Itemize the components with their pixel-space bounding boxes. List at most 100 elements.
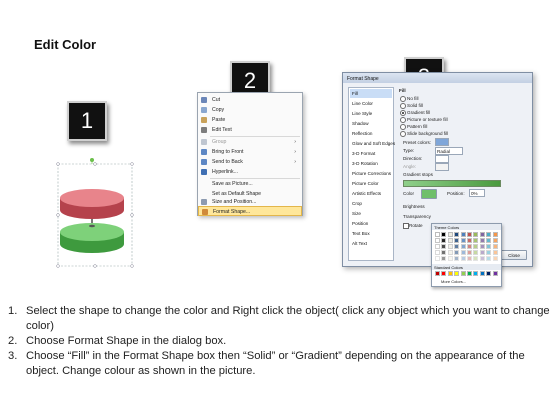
color-swatch[interactable] — [435, 256, 440, 261]
slide-background-fill-radio[interactable] — [400, 131, 406, 137]
menu-item-send-to-back[interactable]: Send to Back › — [198, 157, 302, 167]
menu-item-save-as-picture[interactable]: Save as Picture... — [198, 179, 302, 189]
color-swatch[interactable] — [473, 256, 479, 261]
color-swatch[interactable] — [492, 256, 498, 261]
color-swatch[interactable] — [435, 238, 440, 243]
color-swatch[interactable] — [486, 256, 492, 261]
sidebar-item-text-box[interactable]: Text Box — [350, 229, 392, 238]
menu-item-edit-text[interactable]: Edit Text — [198, 125, 302, 135]
color-swatch[interactable] — [486, 238, 492, 243]
position-field[interactable]: 0% — [469, 189, 485, 197]
color-swatch[interactable] — [486, 232, 492, 237]
color-swatch[interactable] — [447, 232, 453, 237]
menu-item-hyperlink[interactable]: Hyperlink... — [198, 167, 302, 177]
standard-color-swatch[interactable] — [486, 271, 492, 276]
standard-color-swatch[interactable] — [460, 271, 466, 276]
preset-colors-dropdown[interactable] — [435, 138, 449, 146]
standard-color-swatch[interactable] — [441, 271, 447, 276]
color-swatch[interactable] — [479, 232, 485, 237]
color-swatch[interactable] — [460, 244, 466, 249]
color-swatch[interactable] — [467, 238, 472, 243]
color-swatch[interactable] — [460, 250, 466, 255]
color-swatch[interactable] — [467, 232, 472, 237]
color-swatch[interactable] — [441, 250, 447, 255]
color-swatch[interactable] — [454, 232, 460, 237]
color-swatch[interactable] — [479, 238, 485, 243]
color-swatch[interactable] — [492, 238, 498, 243]
color-swatch[interactable] — [435, 232, 440, 237]
more-colors-link[interactable]: More Colors... — [441, 279, 466, 284]
sidebar-item-reflection[interactable]: Reflection — [350, 129, 392, 138]
sidebar-item-3d-format[interactable]: 3-D Format — [350, 149, 392, 158]
menu-item-bring-to-front[interactable]: Bring to Front › — [198, 147, 302, 157]
pattern-fill-radio[interactable] — [400, 124, 406, 130]
sidebar-item-artistic-effects[interactable]: Artistic Effects — [350, 189, 392, 198]
color-swatch[interactable] — [467, 244, 472, 249]
color-swatch[interactable] — [467, 256, 472, 261]
color-swatch[interactable] — [447, 238, 453, 243]
no-fill-radio[interactable] — [400, 96, 406, 102]
color-swatch[interactable] — [467, 250, 472, 255]
stacked-disc-shape[interactable] — [52, 158, 138, 268]
menu-item-format-shape[interactable]: Format Shape... — [198, 206, 302, 216]
color-swatch[interactable] — [479, 256, 485, 261]
standard-color-swatch[interactable] — [479, 271, 485, 276]
type-dropdown[interactable]: Radial — [435, 147, 463, 155]
color-swatch[interactable] — [479, 250, 485, 255]
standard-color-swatch[interactable] — [467, 271, 472, 276]
standard-color-swatch[interactable] — [447, 271, 453, 276]
sidebar-item-3d-rotation[interactable]: 3-D Rotation — [350, 159, 392, 168]
solid-fill-radio[interactable] — [400, 103, 406, 109]
color-swatch[interactable] — [460, 232, 466, 237]
color-swatch[interactable] — [441, 244, 447, 249]
color-swatch[interactable] — [435, 250, 440, 255]
color-swatch[interactable] — [492, 232, 498, 237]
color-swatch[interactable] — [447, 244, 453, 249]
menu-item-group[interactable]: Group › — [198, 137, 302, 147]
color-swatch[interactable] — [473, 250, 479, 255]
color-swatch[interactable] — [460, 238, 466, 243]
color-swatch[interactable] — [486, 250, 492, 255]
color-swatch[interactable] — [454, 256, 460, 261]
color-swatch[interactable] — [473, 232, 479, 237]
gradient-stops-bar[interactable] — [403, 180, 501, 187]
sidebar-item-line-style[interactable]: Line Style — [350, 109, 392, 118]
sidebar-item-shadow[interactable]: Shadow — [350, 119, 392, 128]
sidebar-item-position[interactable]: Position — [350, 219, 392, 228]
color-swatch[interactable] — [492, 250, 498, 255]
color-swatch[interactable] — [454, 250, 460, 255]
angle-field[interactable] — [435, 163, 449, 171]
close-button[interactable]: Close — [501, 250, 527, 260]
gradient-fill-radio[interactable] — [400, 110, 406, 116]
color-swatch[interactable] — [447, 250, 453, 255]
color-swatch[interactable] — [486, 244, 492, 249]
sidebar-item-alt-text[interactable]: Alt Text — [350, 239, 392, 248]
standard-color-swatch[interactable] — [473, 271, 479, 276]
direction-dropdown[interactable] — [435, 155, 449, 163]
sidebar-item-fill[interactable]: Fill — [350, 89, 392, 98]
sidebar-item-crop[interactable]: Crop — [350, 199, 392, 208]
standard-color-swatch[interactable] — [435, 271, 440, 276]
standard-color-swatch[interactable] — [454, 271, 460, 276]
color-swatch[interactable] — [473, 238, 479, 243]
color-swatch[interactable] — [441, 232, 447, 237]
color-swatch[interactable] — [454, 244, 460, 249]
color-swatch[interactable] — [447, 256, 453, 261]
sidebar-item-line-color[interactable]: Line Color — [350, 99, 392, 108]
color-picker-button[interactable] — [421, 189, 437, 199]
standard-color-swatch[interactable] — [492, 271, 498, 276]
color-swatch[interactable] — [473, 244, 479, 249]
sidebar-item-size[interactable]: Size — [350, 209, 392, 218]
color-swatch[interactable] — [479, 244, 485, 249]
color-swatch[interactable] — [492, 244, 498, 249]
sidebar-item-picture-color[interactable]: Picture Color — [350, 179, 392, 188]
color-swatch[interactable] — [435, 244, 440, 249]
color-swatch[interactable] — [454, 238, 460, 243]
sidebar-item-picture-corrections[interactable]: Picture Corrections — [350, 169, 392, 178]
color-swatch[interactable] — [441, 256, 447, 261]
menu-item-cut[interactable]: Cut — [198, 95, 302, 105]
menu-item-copy[interactable]: Copy — [198, 105, 302, 115]
color-swatch[interactable] — [460, 256, 466, 261]
picture-fill-radio[interactable] — [400, 117, 406, 123]
sidebar-item-glow[interactable]: Glow and Soft Edges — [350, 139, 395, 148]
